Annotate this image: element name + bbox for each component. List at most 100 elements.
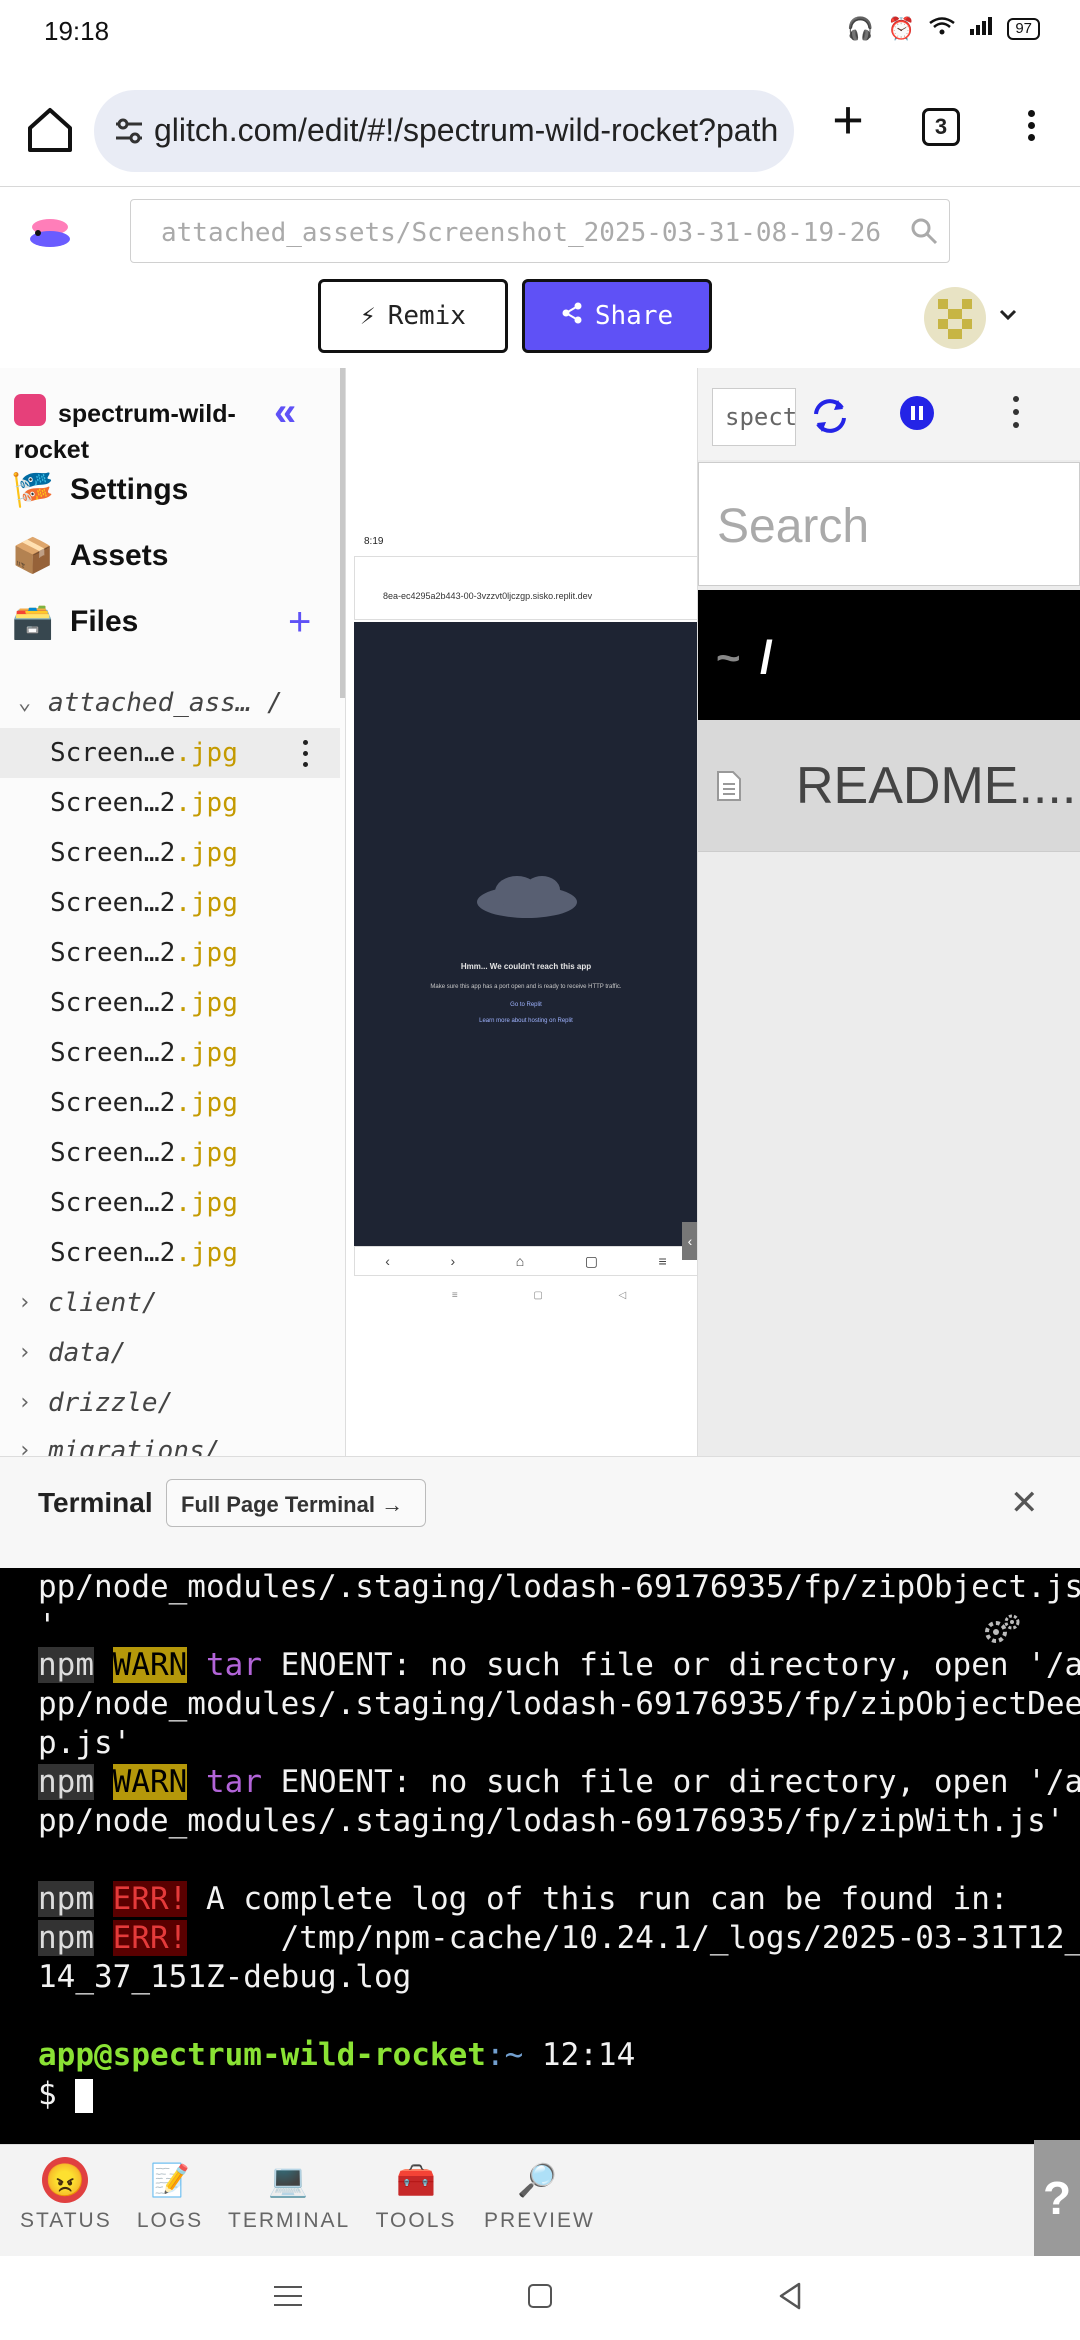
folder-data[interactable]: › data/ bbox=[0, 1328, 345, 1378]
file-row[interactable]: Screen…e.jpg bbox=[0, 728, 340, 778]
status-face-icon: 😠 bbox=[42, 2157, 88, 2203]
project-input[interactable]: spectrum-wild-rocket bbox=[712, 388, 796, 446]
chevron-right-icon: › bbox=[18, 1290, 32, 1315]
remix-button[interactable]: ⚡ Remix bbox=[318, 279, 508, 353]
back-triangle-icon[interactable] bbox=[778, 2282, 802, 2310]
file-search-input[interactable]: attached_assets/Screenshot_2025-03-31-08… bbox=[130, 199, 950, 263]
help-button[interactable]: ? bbox=[1034, 2140, 1080, 2256]
file-row[interactable]: Screen…2.jpg bbox=[0, 828, 340, 878]
preview-url: 8ea-ec4295a2b443-00-3vzzvt0ljczgp.sisko.… bbox=[383, 591, 593, 601]
terminal-input-line[interactable]: $ bbox=[38, 2075, 1080, 2114]
tab-logs[interactable]: 📝 LOGS bbox=[130, 2157, 210, 2247]
tab-preview[interactable]: 🔎 PREVIEW bbox=[484, 2157, 595, 2247]
folder-client[interactable]: › client/ bbox=[0, 1278, 345, 1328]
file-row[interactable]: Screen…2.jpg bbox=[0, 1078, 340, 1128]
full-page-terminal-button[interactable]: Full Page Terminal → bbox=[166, 1479, 426, 1527]
signal-icon bbox=[969, 16, 993, 42]
sidebar-item-label: Files bbox=[70, 605, 139, 638]
folder-drizzle[interactable]: › drizzle/ bbox=[0, 1378, 345, 1428]
add-file-plus-icon[interactable]: + bbox=[288, 602, 311, 642]
file-row[interactable]: Screen…2.jpg bbox=[0, 1128, 340, 1178]
file-name: Screen…e.jpg bbox=[50, 738, 238, 768]
more-options-icon[interactable] bbox=[1010, 396, 1022, 434]
preview-status-time: 8:19 bbox=[364, 536, 384, 547]
preview-android-nav: ≡ ▢ ◁ bbox=[414, 1290, 664, 1301]
preview-link: Go to Replit bbox=[510, 1002, 542, 1008]
file-row[interactable]: Screen…2.jpg bbox=[0, 928, 340, 978]
path-slash: / bbox=[760, 631, 773, 683]
new-tab-plus-icon[interactable]: + bbox=[818, 92, 878, 152]
folder-migrations[interactable]: › migrations/ bbox=[0, 1426, 345, 1456]
terminal-line: pp/node_modules/.staging/lodash-69176935… bbox=[38, 1686, 1080, 1722]
tab-label: PREVIEW bbox=[484, 2209, 595, 2232]
status-icons: 🎧 ⏰ 97 bbox=[846, 16, 1040, 42]
files-cabinet-icon: 🗃️ bbox=[11, 603, 55, 641]
preview-message-body: Make sure this app has a port open and i… bbox=[430, 984, 622, 990]
search-icon[interactable] bbox=[909, 216, 939, 246]
headphones-icon: 🎧 bbox=[846, 16, 874, 41]
sidebar-item-settings[interactable]: 🎏 Settings bbox=[10, 462, 330, 518]
tab-terminal[interactable]: 💻 TERMINAL bbox=[228, 2157, 348, 2247]
file-name: Screen…2.jpg bbox=[50, 1138, 238, 1168]
right-pane: spectrum-wild-rocket Search ~ / README..… bbox=[698, 368, 1080, 1456]
glitch-header: attached_assets/Screenshot_2025-03-31-08… bbox=[0, 186, 1080, 368]
file-row[interactable]: Screen…2.jpg bbox=[0, 978, 340, 1028]
file-row[interactable]: Screen…2.jpg bbox=[0, 1228, 340, 1278]
close-icon[interactable]: ✕ bbox=[1010, 1483, 1039, 1523]
pane-resize-handle[interactable]: ‹ bbox=[682, 1222, 697, 1260]
file-row[interactable]: Screen…2.jpg bbox=[0, 878, 340, 928]
wifi-icon bbox=[929, 16, 956, 42]
tabs-icon: ▢ bbox=[584, 1252, 598, 1269]
current-path: ~ / bbox=[698, 590, 1080, 720]
home-icon[interactable] bbox=[20, 100, 80, 160]
terminal-header: Terminal Full Page Terminal → ✕ bbox=[0, 1456, 1080, 1568]
file-name: Screen…2.jpg bbox=[50, 838, 238, 868]
chevron-right-icon: › bbox=[18, 1390, 32, 1415]
settings-icon: 🎏 bbox=[11, 471, 55, 509]
file-options-icon[interactable] bbox=[300, 740, 310, 768]
address-bar[interactable]: glitch.com/edit/#!/spectrum-wild-rocket?… bbox=[94, 90, 794, 172]
terminal-output[interactable]: pp/node_modules/.staging/lodash-69176935… bbox=[0, 1568, 1080, 2144]
avatar[interactable] bbox=[924, 287, 986, 349]
terminal-line: ' bbox=[38, 1608, 57, 1644]
tab-status[interactable]: 😠 STATUS bbox=[20, 2157, 110, 2247]
folder-attached-assets[interactable]: ⌄ attached_ass… / bbox=[0, 678, 345, 728]
back-icon: ‹ bbox=[385, 1253, 390, 1269]
chevron-down-icon[interactable] bbox=[998, 305, 1018, 325]
site-settings-icon[interactable] bbox=[112, 114, 146, 148]
sidebar-item-assets[interactable]: 📦 Assets bbox=[10, 528, 330, 584]
tab-tools[interactable]: 🧰 TOOLS bbox=[372, 2157, 460, 2247]
file-row[interactable]: Screen…2.jpg bbox=[0, 1028, 340, 1078]
search-placeholder[interactable]: Search bbox=[717, 499, 869, 554]
recent-apps-icon[interactable] bbox=[274, 2286, 302, 2308]
browser-menu-icon[interactable] bbox=[1016, 106, 1046, 152]
share-label: Share bbox=[594, 301, 674, 331]
project-name[interactable]: spectrum-wild-rocket bbox=[14, 396, 254, 468]
file-row[interactable]: Screen…2.jpg bbox=[0, 778, 340, 828]
glitch-logo-icon[interactable] bbox=[26, 213, 74, 253]
list-item[interactable]: README.... bbox=[698, 720, 1080, 852]
right-pane-search[interactable]: Search bbox=[698, 462, 1080, 586]
chevron-down-icon: ⌄ bbox=[18, 690, 32, 715]
menu-icon: ≡ bbox=[658, 1253, 667, 1269]
terminal-settings-gear-icon[interactable] bbox=[982, 1610, 1022, 1650]
status-bar: 19:18 🎧 ⏰ 97 bbox=[0, 0, 1080, 60]
toolbox-icon: 🧰 bbox=[396, 2162, 436, 2198]
refresh-icon[interactable] bbox=[808, 394, 852, 438]
url-text[interactable]: glitch.com/edit/#!/spectrum-wild-rocket?… bbox=[154, 112, 784, 149]
preview-message-title: Hmm... We couldn't reach this app bbox=[460, 962, 592, 971]
share-icon bbox=[561, 301, 583, 331]
file-search-value[interactable]: attached_assets/Screenshot_2025-03-31-08… bbox=[161, 218, 921, 248]
pause-icon[interactable] bbox=[900, 396, 934, 430]
sidebar-item-files[interactable]: 🗃️ Files bbox=[10, 594, 330, 650]
file-name: Screen…2.jpg bbox=[50, 1088, 238, 1118]
share-button[interactable]: Share bbox=[522, 279, 712, 353]
file-row[interactable]: Screen…2.jpg bbox=[0, 1178, 340, 1228]
right-pane-toolbar: spectrum-wild-rocket bbox=[698, 368, 1080, 460]
back-icon: ◁ bbox=[618, 1290, 627, 1301]
tab-switcher-button[interactable]: 3 bbox=[922, 108, 960, 146]
terminal-line: pp/node_modules/.staging/lodash-69176935… bbox=[38, 1569, 1080, 1605]
folder-name: attached_ass… / bbox=[48, 688, 283, 718]
home-square-icon[interactable] bbox=[528, 2284, 552, 2308]
collapse-sidebar-icon[interactable]: « bbox=[274, 392, 296, 432]
